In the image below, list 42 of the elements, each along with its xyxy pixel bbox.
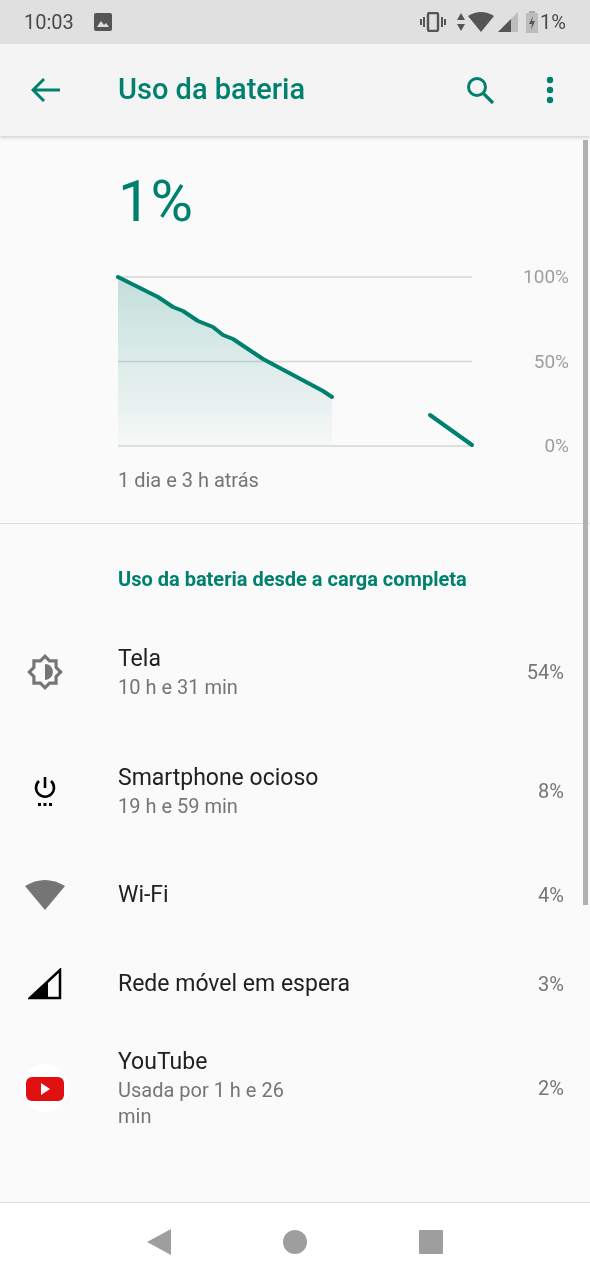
battery-icon <box>526 11 539 33</box>
usage-row[interactable]: Wi-Fi 4% <box>0 850 590 939</box>
status-time: 10:03 <box>24 9 74 36</box>
more-icon <box>546 76 554 104</box>
vibrate-icon <box>420 12 447 32</box>
row-title: Rede móvel em espera <box>118 968 351 999</box>
row-title: Wi-Fi <box>118 879 170 910</box>
usage-row[interactable]: Smartphone ocioso 19 h e 59 min 8% <box>0 731 590 850</box>
row-subtitle: Usada por 1 h e 26 min <box>118 1076 285 1129</box>
axis-label: 100% <box>523 267 569 286</box>
usage-row[interactable]: Rede móvel em espera 3% <box>0 939 590 1028</box>
data-arrows-icon <box>456 12 467 32</box>
back-arrow-icon <box>31 77 61 103</box>
row-title: YouTube <box>118 1046 209 1077</box>
usage-percent: 4% <box>538 881 564 909</box>
usage-percent: 54% <box>526 658 564 686</box>
axis-label: 0% <box>544 436 569 455</box>
square-icon <box>419 1229 443 1254</box>
signal-icon <box>28 967 62 1000</box>
usage-percent: 2% <box>538 1074 564 1102</box>
usage-row[interactable]: YouTube Usada por 1 h e 26 min 2% <box>0 1028 590 1147</box>
image-icon <box>93 13 112 31</box>
section-header: Uso da bateria desde a carga completa <box>118 567 467 591</box>
usage-percent: 8% <box>538 777 564 805</box>
row-title: Tela <box>118 643 162 674</box>
axis-label: 50% <box>533 351 569 371</box>
battery-percent: 1% <box>540 9 566 36</box>
row-subtitle: 19 h e 59 min <box>118 792 239 819</box>
brightness-icon <box>26 652 64 691</box>
battery-level: 1% <box>118 172 195 230</box>
wifi-icon <box>468 12 495 32</box>
search-icon <box>465 75 495 105</box>
circle-icon <box>283 1229 307 1254</box>
usage-row[interactable]: Tela 10 h e 31 min 54% <box>0 612 590 731</box>
usage-percent: 3% <box>538 970 564 998</box>
row-title: Smartphone ocioso <box>118 762 320 793</box>
chart-caption: 1 dia e 3 h atrás <box>118 468 259 492</box>
signal-icon <box>498 12 519 32</box>
page-title: Uso da bateria <box>118 71 306 109</box>
triangle-icon <box>147 1228 171 1255</box>
row-subtitle: 10 h e 31 min <box>118 673 239 700</box>
wifi-icon <box>25 879 65 910</box>
